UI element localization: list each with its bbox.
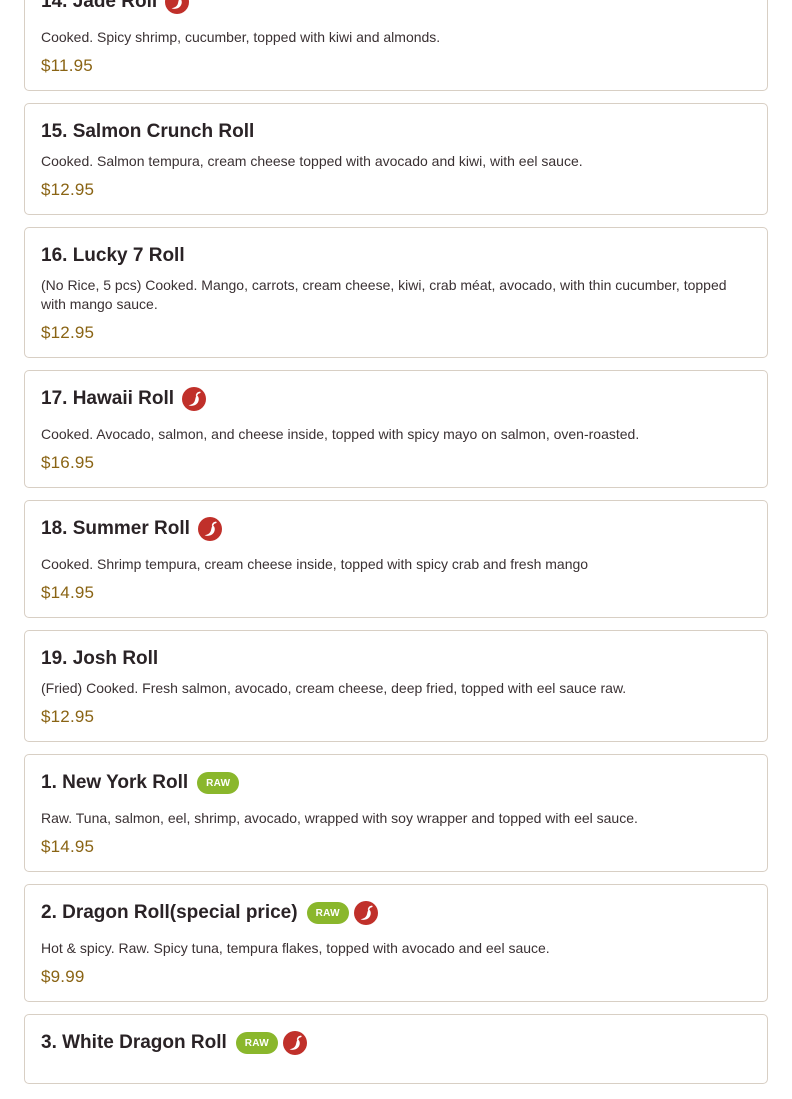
menu-viewport: 14. Jade Roll Cooked. Spicy shrimp, cucu… — [0, 0, 792, 1099]
menu-item-card[interactable]: 18. Summer Roll Cooked. Shrimp tempura, … — [24, 500, 768, 618]
menu-item-header: 14. Jade Roll — [41, 0, 751, 16]
menu-item-card[interactable]: 3. White Dragon Roll RAW — [24, 1014, 768, 1084]
menu-item-price: $14.95 — [41, 837, 95, 856]
menu-item-name: 3. White Dragon Roll — [41, 1032, 227, 1053]
menu-item-header: 1. New York Roll RAW — [41, 769, 751, 797]
menu-item-price: $12.95 — [41, 707, 95, 726]
menu-item-name: 14. Jade Roll — [41, 0, 158, 12]
spicy-pepper-icon — [165, 0, 190, 14]
menu-item-card[interactable]: 1. New York Roll RAW Raw. Tuna, salmon, … — [24, 754, 768, 872]
menu-item-price: $16.95 — [41, 453, 95, 472]
menu-item-price: $14.95 — [41, 583, 95, 602]
menu-item-card[interactable]: 19. Josh Roll (Fried) Cooked. Fresh salm… — [24, 630, 768, 742]
menu-item-header: 19. Josh Roll — [41, 645, 751, 673]
menu-item-name: 16. Lucky 7 Roll — [41, 245, 185, 266]
menu-item-price: $12.95 — [41, 323, 95, 342]
raw-badge: RAW — [197, 772, 240, 794]
menu-item-name: 1. New York Roll — [41, 772, 189, 793]
menu-item-price: $9.99 — [41, 967, 85, 986]
spicy-pepper-icon — [197, 517, 222, 541]
menu-item-header: 18. Summer Roll — [41, 515, 751, 543]
raw-badge: RAW — [235, 1032, 279, 1054]
menu-item-name: 15. Salmon Crunch Roll — [41, 121, 255, 142]
menu-item-header: 17. Hawaii Roll — [41, 385, 751, 413]
menu-item-card[interactable]: 2. Dragon Roll(special price) RAW Hot & … — [24, 884, 768, 1002]
menu-item-description: (No Rice, 5 pcs) Cooked. Mango, carrots,… — [41, 277, 727, 312]
menu-item-header: 3. White Dragon Roll RAW — [41, 1029, 751, 1057]
menu-item-name: 18. Summer Roll — [41, 518, 190, 539]
menu-item-description: Cooked. Shrimp tempura, cream cheese ins… — [41, 556, 589, 572]
menu-item-card[interactable]: 15. Salmon Crunch Roll Cooked. Salmon te… — [24, 103, 768, 215]
raw-badge: RAW — [306, 902, 349, 924]
menu-item-description: Hot & spicy. Raw. Spicy tuna, tempura fl… — [41, 940, 550, 956]
menu-item-name: 19. Josh Roll — [41, 648, 159, 669]
menu-item-name: 17. Hawaii Roll — [41, 388, 175, 409]
menu-item-description: Cooked. Avocado, salmon, and cheese insi… — [41, 426, 640, 442]
menu-item-price: $11.95 — [41, 56, 93, 75]
menu-item-header: 15. Salmon Crunch Roll — [41, 118, 751, 146]
menu-item-description: Raw. Tuna, salmon, eel, shrimp, avocado,… — [41, 810, 638, 826]
menu-item-card[interactable]: 17. Hawaii Roll Cooked. Avocado, salmon,… — [24, 370, 768, 488]
menu-item-name: 2. Dragon Roll(special price) — [41, 902, 298, 923]
spicy-pepper-icon — [182, 387, 207, 411]
spicy-pepper-icon — [353, 901, 378, 925]
menu-item-description: Cooked. Salmon tempura, cream cheese top… — [41, 153, 583, 169]
menu-item-header: 16. Lucky 7 Roll — [41, 242, 751, 270]
menu-item-price: $12.95 — [41, 180, 95, 199]
menu-item-card[interactable]: 14. Jade Roll Cooked. Spicy shrimp, cucu… — [24, 0, 768, 91]
menu-item-description: (Fried) Cooked. Fresh salmon, avocado, c… — [41, 680, 627, 696]
spicy-pepper-icon — [283, 1031, 308, 1055]
menu-item-description: Cooked. Spicy shrimp, cucumber, topped w… — [41, 29, 441, 45]
menu-item-list: 14. Jade Roll Cooked. Spicy shrimp, cucu… — [24, 0, 768, 1096]
menu-item-card[interactable]: 16. Lucky 7 Roll (No Rice, 5 pcs) Cooked… — [24, 227, 768, 358]
menu-item-header: 2. Dragon Roll(special price) RAW — [41, 899, 751, 927]
